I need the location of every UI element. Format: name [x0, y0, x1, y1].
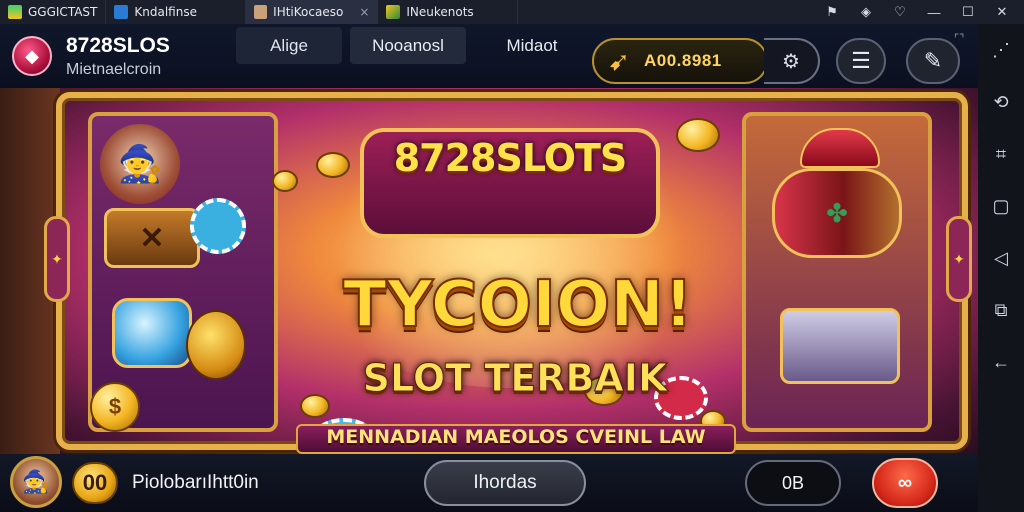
brand-block: 8728SLOS Mietnaelcroin	[66, 34, 170, 79]
coin-value: A00.8981	[644, 51, 722, 70]
promo-banner[interactable]: ✦ ✦ 🧙 ✕ $ ✤ ✔ 8728SLOTS TYCOION! SLOT TE…	[0, 88, 978, 454]
close-icon[interactable]: ✕	[994, 4, 1010, 20]
coin-balance[interactable]: ➹ A00.8981	[592, 38, 768, 84]
wizard-character-icon: 🧙	[100, 124, 180, 204]
left-ornament-icon: ✦	[44, 216, 70, 302]
arrow-left-icon[interactable]: ←	[978, 336, 1024, 388]
secondary-button[interactable]: 0B	[745, 460, 841, 506]
right-ornament-icon: ✦	[946, 216, 972, 302]
nav-button-3[interactable]: Midaot	[478, 27, 586, 64]
nav-button-1[interactable]: Alige	[236, 27, 342, 64]
heart-icon[interactable]: ♡	[892, 4, 908, 20]
tab-2[interactable]: Kndalfinse	[106, 0, 247, 24]
tab-label: Kndalfinse	[134, 5, 197, 19]
level-badge[interactable]: 00	[72, 462, 118, 504]
menu-icon: ☰	[851, 48, 871, 73]
tab-1[interactable]: GGGICTAST	[0, 0, 107, 24]
pot-icon	[186, 310, 246, 380]
nav-button-2[interactable]: Nooanosl	[350, 27, 466, 64]
tool-icon[interactable]: ◈	[858, 4, 874, 20]
dots-icon[interactable]: ⋰	[978, 24, 1024, 76]
tab-3[interactable]: IHtiKocaeso ×	[246, 0, 379, 24]
banner-subtitle: SLOT TERBAIK	[362, 356, 668, 401]
square-icon[interactable]: ▢	[978, 180, 1024, 232]
gem-icon	[112, 298, 192, 368]
tools-button[interactable]: ✎	[906, 38, 960, 84]
brand-subtitle: Mietnaelcroin	[66, 60, 162, 78]
treasure-chest-icon: ✕	[104, 208, 200, 268]
minimize-icon[interactable]: —	[926, 5, 942, 20]
back-icon[interactable]: ◁	[978, 232, 1024, 284]
copy-icon[interactable]: ⧉	[978, 284, 1024, 336]
barrel-icon: ✤	[772, 168, 902, 258]
maximize-icon[interactable]: ☐	[960, 4, 976, 20]
rotate-icon[interactable]: ⟲	[978, 76, 1024, 128]
app-window: GGGICTAST Kndalfinse IHtiKocaeso × INeuk…	[0, 0, 1024, 512]
gear-icon: ⚙	[782, 50, 800, 73]
slot-machine-icon	[780, 308, 900, 384]
red-action-button[interactable]: ∞	[872, 458, 938, 508]
banner-brand: 8728SLOTS	[393, 136, 628, 180]
avatar[interactable]: 🧙	[10, 456, 62, 508]
coin-arrow-icon: ➹	[608, 45, 630, 76]
tab-label: INeukenots	[406, 5, 474, 19]
settings-gear-button[interactable]: ⚙	[764, 38, 820, 84]
browser-tab-strip: GGGICTAST Kndalfinse IHtiKocaeso × INeuk…	[0, 0, 1024, 24]
banner-tagline: MENNADIAN MAEOLOS CVEINL LAW	[326, 426, 706, 448]
avatar-icon	[254, 5, 268, 19]
poker-chip-icon	[190, 198, 246, 254]
link-icon: ∞	[897, 471, 913, 494]
brand-title: 8728SLOS	[66, 33, 170, 57]
app-icon	[8, 5, 22, 19]
app-logo-icon[interactable]: ◆	[12, 36, 52, 76]
app-icon	[386, 5, 401, 19]
wrench-icon: ✎	[923, 48, 943, 73]
coin-icon	[676, 118, 720, 152]
player-name: PiolobarıIhtt0in	[132, 472, 259, 493]
close-icon[interactable]: ×	[359, 5, 369, 19]
banner-title: TYCOION!	[342, 267, 694, 343]
dollar-coin-icon: $	[90, 382, 140, 432]
player-avatar-icon: 🧙	[22, 469, 50, 494]
app-icon	[114, 5, 129, 19]
coin-icon	[316, 152, 350, 178]
window-controls: ⚑ ◈ ♡ — ☐ ✕	[824, 4, 1024, 20]
tab-4[interactable]: INeukenots	[378, 0, 519, 24]
tab-label: IHtiKocaeso	[273, 5, 344, 19]
tab-label: GGGICTAST	[28, 5, 98, 19]
coin-icon	[272, 170, 298, 192]
main-action-button[interactable]: Ihordas	[424, 460, 586, 506]
crop-icon[interactable]: ⌗	[978, 128, 1024, 180]
pin-icon[interactable]: ⚑	[824, 4, 840, 20]
menu-button[interactable]: ☰	[836, 38, 886, 84]
expand-icon[interactable]: ⌜⌝	[954, 32, 964, 45]
emulator-sidebar: ⋰ ⟲ ⌗ ▢ ◁ ⧉ ←	[978, 24, 1024, 512]
